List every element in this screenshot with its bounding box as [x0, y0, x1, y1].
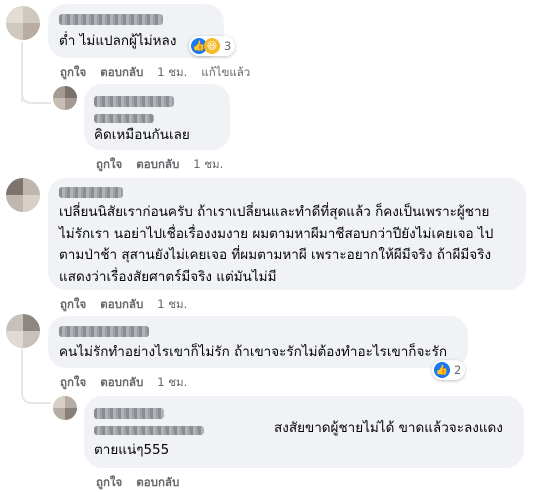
author-name[interactable] [59, 187, 123, 198]
avatar[interactable] [53, 396, 77, 420]
thread-connector [21, 80, 51, 104]
reply-button[interactable]: ตอบกลับ [100, 375, 143, 389]
reactions-badge[interactable]: 👍 2 [432, 360, 466, 380]
comment-bubble: สงสัยขาดผู้ชายไม่ได้ ขาดแล้วจะลงแดง ตายแ… [84, 396, 524, 468]
comment-bubble: คิดเหมือนกันเลย [84, 84, 230, 150]
timestamp[interactable]: 1 ชม. [157, 375, 187, 389]
avatar[interactable] [6, 178, 40, 212]
thread-connector [21, 380, 51, 404]
like-button[interactable]: ถูกใจ [60, 297, 86, 311]
reactions-badge[interactable]: 👍 😆 3 [189, 36, 236, 56]
comment-actions: ถูกใจ ตอบกลับ 1 ชม. [60, 374, 201, 392]
reply-button[interactable]: ตอบกลับ [100, 65, 143, 79]
reply-button[interactable]: ตอบกลับ [136, 475, 179, 489]
haha-icon: 😆 [204, 38, 220, 54]
edited-label: แก้ไขแล้ว [201, 65, 251, 79]
reply-button[interactable]: ตอบกลับ [136, 157, 179, 171]
like-button[interactable]: ถูกใจ [60, 375, 86, 389]
timestamp[interactable]: 1 ชม. [193, 157, 223, 171]
comment-actions: ถูกใจ ตอบกลับ 1 ชม. [96, 156, 237, 174]
like-button[interactable]: ถูกใจ [96, 475, 122, 489]
comment-text: เปลี่ยนนิสัยเราก่อนครับ ถ้าเราเปลี่ยนและ… [59, 204, 494, 285]
like-button[interactable]: ถูกใจ [60, 65, 86, 79]
like-icon: 👍 [434, 362, 450, 378]
comment-actions: ถูกใจ ตอบกลับ [96, 474, 193, 492]
comment-text: ต่ำ ไม่แปลกผู้ไม่หลง [59, 33, 177, 49]
author-name-2 [94, 114, 154, 123]
author-name[interactable] [59, 326, 149, 337]
comment-text: คนไม่รักทำอย่างไรเขาก็ไม่รัก ถ้าเขาจะรัก… [59, 344, 448, 360]
comment-bubble: เปลี่ยนนิสัยเราก่อนครับ ถ้าเราเปลี่ยนและ… [48, 178, 526, 290]
timestamp[interactable]: 1 ชม. [157, 297, 187, 311]
reaction-count: 2 [454, 363, 462, 377]
timestamp[interactable]: 1 ชม. [157, 65, 187, 79]
comment-text: สงสัยขาดผู้ชายไม่ได้ ขาดแล้วจะลงแดง ตายแ… [94, 420, 503, 458]
like-button[interactable]: ถูกใจ [96, 157, 122, 171]
avatar[interactable] [6, 6, 40, 40]
author-name[interactable] [59, 14, 163, 25]
comment-bubble: คนไม่รักทำอย่างไรเขาก็ไม่รัก ถ้าเขาจะรัก… [48, 316, 468, 368]
comment-text: คิดเหมือนกันเลย [94, 127, 190, 143]
avatar[interactable] [6, 314, 40, 348]
avatar[interactable] [53, 86, 77, 110]
comment-actions: ถูกใจ ตอบกลับ 1 ชม. แก้ไขแล้ว [60, 64, 264, 82]
comment-actions: ถูกใจ ตอบกลับ 1 ชม. [60, 296, 201, 314]
reply-button[interactable]: ตอบกลับ [100, 297, 143, 311]
reaction-count: 3 [224, 39, 232, 53]
author-name[interactable] [94, 96, 174, 107]
